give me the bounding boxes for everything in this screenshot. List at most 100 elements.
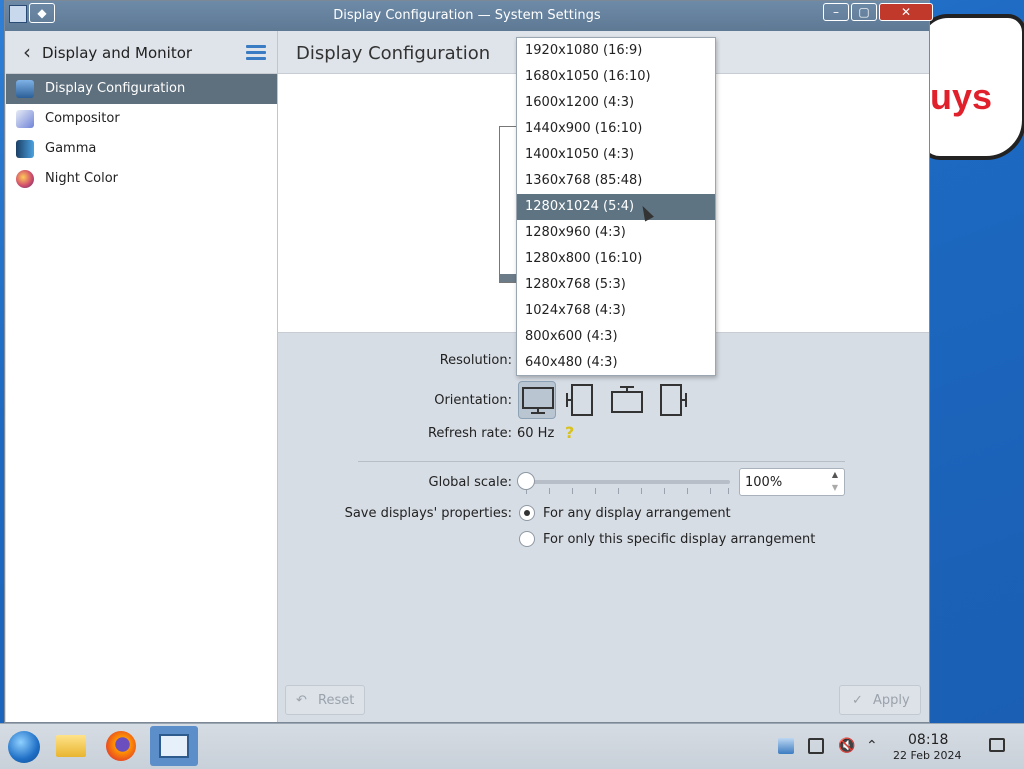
orientation-portrait-right-button[interactable]	[652, 381, 690, 419]
resolution-option[interactable]: 1600x1200 (4:3)	[517, 90, 715, 116]
resolution-option-label: 640x480 (4:3)	[525, 355, 618, 370]
global-scale-spinbox[interactable]: 100% ▲ ▼	[739, 468, 845, 496]
firefox-icon	[106, 731, 136, 761]
sidebar-header: ‹ Display and Monitor	[6, 31, 277, 74]
hamburger-menu-icon[interactable]	[246, 45, 266, 61]
clock-date[interactable]: 22 Feb 2024	[893, 749, 961, 762]
taskbar: 🔇 ⌃ 08:18 22 Feb 2024	[0, 723, 1024, 769]
resolution-option[interactable]: 1440x900 (16:10)	[517, 116, 715, 142]
window-title: Display Configuration — System Settings	[333, 8, 601, 23]
compositor-icon	[16, 110, 34, 128]
clipboard-icon[interactable]	[778, 738, 794, 754]
spin-up-icon[interactable]: ▲	[830, 470, 840, 479]
resolution-dropdown-list[interactable]: 1920x1080 (16:9) 1680x1050 (16:10) 1600x…	[516, 37, 716, 376]
global-scale-slider-ticks	[522, 488, 730, 494]
refresh-rate-value: 60 Hz	[517, 426, 555, 441]
desktop-bubble-text: uys	[930, 76, 993, 117]
start-orb-icon	[8, 731, 40, 763]
monitor-portrait-right-icon	[660, 384, 687, 416]
resolution-option-highlighted[interactable]: 1280x1024 (5:4)	[517, 194, 715, 220]
resolution-option-label: 800x600 (4:3)	[525, 329, 618, 344]
apply-button-label: Apply	[873, 693, 910, 708]
radio-specific-arrangement-label[interactable]: For only this specific display arrangeme…	[543, 532, 815, 547]
firefox-launcher[interactable]	[99, 726, 143, 766]
radio-specific-arrangement[interactable]	[519, 531, 535, 547]
monitor-icon	[16, 80, 34, 98]
window-titlebar[interactable]: ◆ Display Configuration — System Setting…	[5, 1, 933, 31]
help-question-icon[interactable]: ?	[565, 423, 579, 442]
sidebar-item-label: Night Color	[45, 171, 118, 186]
separator	[358, 461, 845, 462]
notes-icon[interactable]	[808, 738, 824, 754]
sidebar: ‹ Display and Monitor Display Configurat…	[6, 31, 278, 722]
resolution-option-label: 1680x1050 (16:10)	[525, 69, 651, 84]
maximize-button[interactable]: ▢	[851, 3, 877, 21]
system-settings-icon	[159, 734, 189, 758]
global-scale-slider-handle[interactable]	[517, 472, 535, 490]
resolution-option-label: 1440x900 (16:10)	[525, 121, 643, 136]
checkmark-icon: ✓	[852, 693, 863, 708]
resolution-option[interactable]: 1680x1050 (16:10)	[517, 64, 715, 90]
resolution-label: Resolution:	[439, 353, 512, 368]
chevron-up-icon[interactable]: ⌃	[866, 738, 882, 754]
resolution-option-label: 1600x1200 (4:3)	[525, 95, 635, 110]
apply-button[interactable]: ✓ Apply	[839, 685, 921, 715]
resolution-option-label: 1280x768 (5:3)	[525, 277, 626, 292]
radio-any-arrangement[interactable]	[519, 505, 535, 521]
resolution-option[interactable]: 1920x1080 (16:9)	[517, 38, 715, 64]
resolution-option[interactable]: 1280x768 (5:3)	[517, 272, 715, 298]
sidebar-item-label: Gamma	[45, 141, 97, 156]
resolution-option[interactable]: 1024x768 (4:3)	[517, 298, 715, 324]
sidebar-item-night-color[interactable]: Night Color	[6, 164, 277, 194]
resolution-option-label: 1280x960 (4:3)	[525, 225, 626, 240]
global-scale-slider-track[interactable]	[522, 480, 730, 484]
resolution-option[interactable]: 1360x768 (85:48)	[517, 168, 715, 194]
resolution-option[interactable]: 1280x960 (4:3)	[517, 220, 715, 246]
resolution-option-label: 1400x1050 (4:3)	[525, 147, 635, 162]
monitor-portrait-left-icon	[566, 384, 593, 416]
gamma-icon	[16, 140, 34, 158]
monitor-landscape-icon	[522, 387, 554, 414]
sidebar-title: Display and Monitor	[42, 44, 193, 62]
minimize-button[interactable]: –	[823, 3, 849, 21]
back-arrow-icon[interactable]: ‹	[18, 41, 36, 63]
resolution-option[interactable]: 1280x800 (16:10)	[517, 246, 715, 272]
start-menu-button[interactable]	[0, 726, 44, 766]
radio-any-arrangement-label[interactable]: For any display arrangement	[543, 506, 731, 521]
clock-time[interactable]: 08:18	[908, 732, 948, 748]
resolution-option-label: 1920x1080 (16:9)	[525, 43, 643, 58]
sidebar-item-label: Compositor	[45, 111, 120, 126]
orientation-landscape-button[interactable]	[518, 381, 556, 419]
sidebar-item-label: Display Configuration	[45, 81, 186, 96]
resolution-option-label: 1280x1024 (5:4)	[525, 199, 635, 214]
global-scale-value: 100%	[745, 475, 783, 490]
folder-icon	[56, 735, 86, 757]
system-settings-task[interactable]	[150, 726, 198, 766]
resolution-option[interactable]: 1400x1050 (4:3)	[517, 142, 715, 168]
monitor-upside-down-icon	[611, 386, 643, 413]
sidebar-item-compositor[interactable]: Compositor	[6, 104, 277, 134]
orientation-portrait-left-button[interactable]	[563, 381, 601, 419]
close-button[interactable]: ✕	[879, 3, 933, 21]
reset-button-label: Reset	[318, 693, 355, 708]
resolution-option[interactable]: 800x600 (4:3)	[517, 324, 715, 350]
reset-icon: ↶	[296, 693, 307, 708]
resolution-option-label: 1360x768 (85:48)	[525, 173, 643, 188]
global-scale-label: Global scale:	[428, 475, 512, 490]
volume-muted-icon[interactable]: 🔇	[838, 738, 855, 754]
resolution-option[interactable]: 640x480 (4:3)	[517, 350, 715, 376]
resolution-option-label: 1280x800 (16:10)	[525, 251, 643, 266]
refresh-rate-label: Refresh rate:	[427, 426, 512, 441]
file-manager-launcher[interactable]	[49, 726, 93, 766]
save-properties-label: Save displays' properties:	[344, 506, 512, 521]
resolution-option-label: 1024x768 (4:3)	[525, 303, 626, 318]
sidebar-item-display-configuration[interactable]: Display Configuration	[6, 74, 277, 104]
page-title: Display Configuration	[296, 43, 491, 64]
sidebar-item-gamma[interactable]: Gamma	[6, 134, 277, 164]
spin-down-icon[interactable]: ▼	[830, 483, 840, 492]
orientation-upside-down-button[interactable]	[608, 381, 646, 419]
night-color-icon	[16, 170, 34, 188]
orientation-label: Orientation:	[434, 393, 512, 408]
reset-button[interactable]: ↶ Reset	[285, 685, 365, 715]
show-desktop-icon[interactable]	[989, 738, 1005, 752]
